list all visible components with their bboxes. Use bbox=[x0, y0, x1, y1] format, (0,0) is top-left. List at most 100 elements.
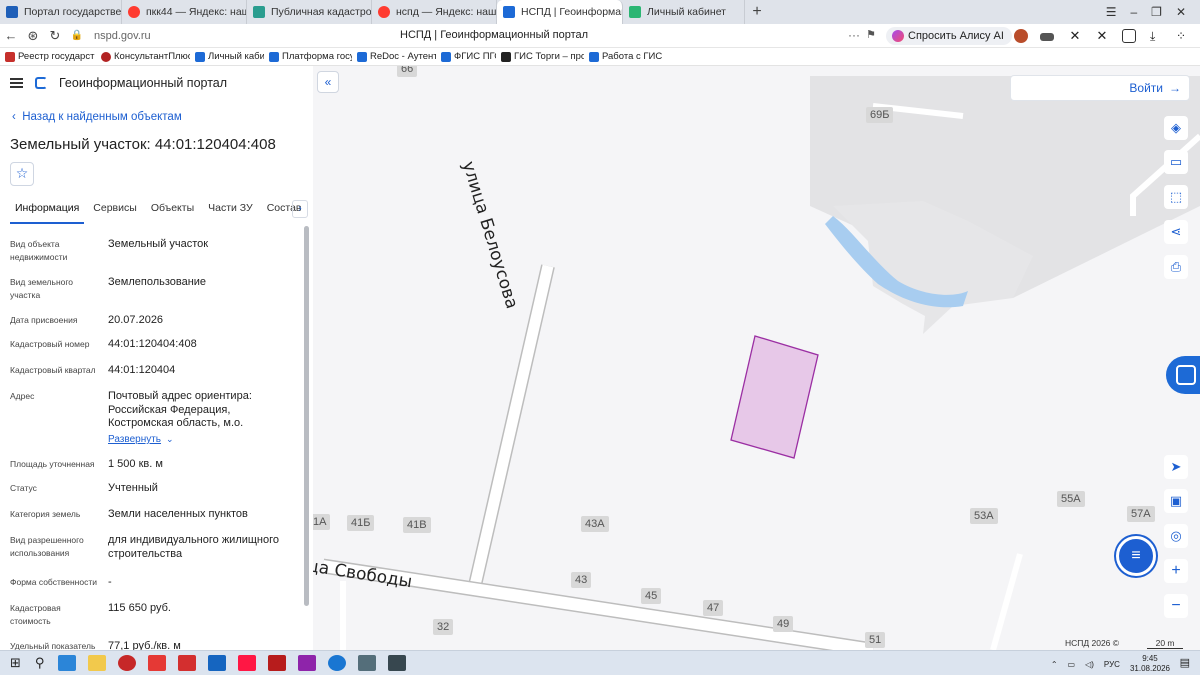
tab-label: НСПД | Геоинформационн bbox=[521, 6, 622, 18]
bookmark-item[interactable]: ФГИС ПГС bbox=[436, 51, 496, 62]
tab-objects[interactable]: Объекты bbox=[146, 200, 199, 224]
more-icon[interactable]: ··· bbox=[848, 28, 860, 42]
tab-label: Портал государственных bbox=[24, 6, 122, 18]
extension-icon[interactable] bbox=[1122, 29, 1136, 43]
bookmark-item[interactable]: Платформа госуд bbox=[264, 51, 352, 62]
bookmark-item[interactable]: Личный кабинет bbox=[190, 51, 264, 62]
land-parcel[interactable] bbox=[730, 335, 819, 459]
chat-button[interactable]: ≡ bbox=[1116, 536, 1156, 576]
browser-tab-active[interactable]: НСПД | Геоинформационн✕ bbox=[497, 0, 623, 24]
restore-icon[interactable]: ❐ bbox=[1151, 5, 1162, 19]
windows-start-icon[interactable]: ⊞ bbox=[10, 655, 21, 671]
bookmark-icon[interactable]: ⚑ bbox=[866, 28, 876, 41]
explorer-icon[interactable] bbox=[88, 655, 107, 671]
house-number: 53А bbox=[970, 508, 998, 524]
yandex-browser-icon[interactable] bbox=[238, 655, 257, 671]
map-attribution: НСПД 2026 © 20 m bbox=[1065, 638, 1184, 649]
bookmark-item[interactable]: Работа с ГИС ГМП bbox=[584, 51, 664, 62]
extension-icon[interactable] bbox=[1014, 29, 1028, 43]
object-title: Земельный участок: 44:01:120404:408 bbox=[10, 136, 276, 153]
tabs-scroll-right-button[interactable]: › bbox=[292, 200, 308, 218]
url-field[interactable]: nspd.gov.ru bbox=[94, 30, 151, 42]
collapse-panel-button[interactable]: « bbox=[317, 71, 339, 93]
app-icon[interactable] bbox=[298, 655, 317, 671]
select-area-button[interactable]: ⬚ bbox=[1164, 185, 1188, 209]
zoom-in-button[interactable]: + bbox=[1164, 559, 1188, 583]
search-icon[interactable]: ⚲ bbox=[35, 655, 45, 671]
bookmark-item[interactable]: Реестр государст bbox=[0, 51, 96, 62]
app-title: Геоинформационный портал bbox=[59, 76, 228, 90]
outlook-icon[interactable] bbox=[208, 655, 227, 671]
layers-button[interactable]: ◈ bbox=[1164, 116, 1188, 140]
login-button[interactable]: Войти bbox=[1010, 75, 1190, 101]
house-number: 43А bbox=[581, 516, 609, 532]
tabs-menu-icon[interactable]: ☰ bbox=[1106, 5, 1117, 19]
share-button[interactable]: ⋖ bbox=[1164, 220, 1188, 244]
browser-tab[interactable]: Личный кабинет bbox=[623, 0, 745, 24]
back-arrow-icon[interactable]: ← bbox=[0, 28, 22, 43]
edge-icon[interactable] bbox=[58, 655, 77, 671]
new-tab-button[interactable]: + bbox=[745, 3, 769, 21]
zoom-out-button[interactable]: − bbox=[1164, 594, 1188, 618]
property-value: Учтенный bbox=[108, 482, 158, 494]
lock-icon[interactable]: 🔒 bbox=[66, 30, 88, 41]
map-view[interactable]: улица Белоусова ца Свободы 66 69Б 1А 41Б… bbox=[313, 66, 1200, 650]
house-number: 55А bbox=[1057, 491, 1085, 507]
minimap-button[interactable]: ▣ bbox=[1164, 489, 1188, 513]
support-widget-button[interactable] bbox=[1166, 356, 1200, 394]
bookmarks-bar: Реестр государст КонсультантПлюс Личный … bbox=[0, 48, 1200, 66]
browser-tab[interactable]: Портал государственных bbox=[0, 0, 122, 24]
favorite-star-button[interactable]: ☆ bbox=[10, 162, 34, 186]
acrobat-icon[interactable] bbox=[178, 655, 197, 671]
volume-icon[interactable]: ◁) bbox=[1085, 660, 1094, 669]
panel-scrollbar[interactable] bbox=[304, 226, 309, 606]
extension-icon[interactable]: ✕ bbox=[1068, 29, 1082, 43]
app-icon[interactable] bbox=[388, 655, 407, 671]
browser-tab[interactable]: Публичная кадастровая к bbox=[247, 0, 372, 24]
plus-icon: + bbox=[1171, 562, 1181, 579]
bookmark-item[interactable]: КонсультантПлюс bbox=[96, 51, 190, 62]
notifications-icon[interactable]: ▤ bbox=[1180, 656, 1190, 669]
page-title: НСПД | Геоинформационный портал bbox=[400, 29, 589, 41]
clock[interactable]: 9:45 31.08.2026 bbox=[1130, 654, 1170, 674]
geolocation-button[interactable]: ➤ bbox=[1164, 455, 1188, 479]
clock-time: 9:45 bbox=[1142, 654, 1158, 663]
address-bar: ← ⊛ ↻ 🔒 nspd.gov.ru НСПД | Геоинформацио… bbox=[0, 24, 1200, 48]
language-indicator[interactable]: РУС bbox=[1104, 660, 1120, 669]
app-icon[interactable] bbox=[358, 655, 377, 671]
road-belousova bbox=[467, 264, 554, 596]
house-number: 57А bbox=[1127, 506, 1155, 522]
navigation-arrow-icon: ➤ bbox=[1170, 459, 1182, 474]
yandex-browser-icon[interactable]: ⊛ bbox=[22, 28, 44, 44]
bookmark-item[interactable]: ГИС Торги – прод bbox=[496, 51, 584, 62]
pdf-icon[interactable] bbox=[268, 655, 287, 671]
tray-chevron-icon[interactable]: ⌃ bbox=[1051, 660, 1058, 669]
download-icon[interactable]: ⤓ bbox=[1150, 29, 1164, 43]
close-window-icon[interactable]: ✕ bbox=[1176, 5, 1186, 19]
measure-button[interactable]: ▭ bbox=[1164, 150, 1188, 174]
property-value: Земли населенных пунктов bbox=[108, 508, 248, 520]
print-button[interactable]: ⎙ bbox=[1164, 255, 1188, 279]
tab-information[interactable]: Информация bbox=[10, 200, 85, 224]
yandex-icon[interactable] bbox=[148, 655, 167, 671]
network-icon[interactable]: ▭ bbox=[1068, 660, 1076, 669]
map-canvas bbox=[321, 76, 1200, 650]
tab-parts[interactable]: Части ЗУ bbox=[203, 200, 258, 224]
refresh-icon[interactable]: ↻ bbox=[44, 28, 66, 44]
app-icon[interactable] bbox=[328, 655, 347, 671]
house-number: 32 bbox=[433, 619, 454, 635]
property-value: Земельный участок bbox=[108, 238, 209, 250]
tab-services[interactable]: Сервисы bbox=[88, 200, 142, 224]
extension-icon[interactable]: ✕ bbox=[1095, 29, 1109, 43]
search-location-button[interactable]: ◎ bbox=[1164, 524, 1188, 548]
browser-tab[interactable]: нспд — Яндекс: нашлось bbox=[372, 0, 497, 24]
ask-alice-button[interactable]: Спросить Алису AI bbox=[886, 27, 1012, 45]
minimize-icon[interactable]: – bbox=[1130, 5, 1137, 19]
extensions-icon[interactable]: ⁘ bbox=[1176, 29, 1190, 43]
browser-tab[interactable]: пкк44 — Яндекс: нашлось bbox=[122, 0, 247, 24]
bookmark-item[interactable]: ReDoc - Аутенти bbox=[352, 51, 436, 62]
back-to-results-link[interactable]: ‹ Назад к найденным объектам bbox=[12, 111, 182, 123]
menu-icon[interactable] bbox=[10, 78, 23, 88]
chrome-icon[interactable] bbox=[118, 655, 137, 671]
extension-icon[interactable] bbox=[1040, 33, 1054, 41]
